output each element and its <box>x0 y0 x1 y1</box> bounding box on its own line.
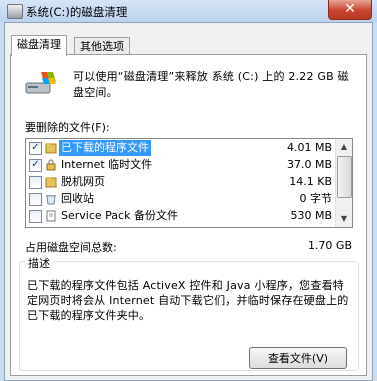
file-size: 0 字节 <box>299 192 333 205</box>
disk-cleanup-icon <box>7 4 23 19</box>
title-bar[interactable]: 系统(C:)的磁盘清理 ✕ <box>0 0 377 22</box>
file-size: 37.0 MB <box>286 158 332 171</box>
folder-icon <box>45 143 57 154</box>
files-to-delete-label: 要删除的文件(F): <box>25 121 110 134</box>
file-name: 已下载的程序文件 <box>59 140 151 156</box>
document-icon <box>46 210 56 222</box>
tab-disk-cleanup[interactable]: 磁盘清理 <box>11 35 67 56</box>
list-item[interactable]: ✓ Internet 临时文件 37.0 MB <box>26 157 336 174</box>
recycle-bin-icon <box>46 195 56 205</box>
lock-icon <box>46 159 56 171</box>
file-size: 14.1 KB <box>289 175 332 188</box>
close-button[interactable]: ✕ <box>328 0 372 20</box>
total-space-value: 1.70 GB <box>307 239 352 252</box>
scroll-down-icon[interactable]: ▼ <box>336 211 352 227</box>
list-item[interactable]: 脱机网页 14.1 KB <box>26 174 336 191</box>
scroll-up-icon[interactable]: ▲ <box>336 139 352 155</box>
file-size: 530 MB <box>290 209 332 222</box>
folder-icon <box>45 177 57 188</box>
tab-panel: 可以使用“磁盘清理”来释放 系统 (C:) 上的 2.22 GB 磁盘空间。 要… <box>10 54 367 376</box>
drive-icon <box>25 72 56 94</box>
description-text: 已下载的程序文件包括 ActiveX 控件和 Java 小程序，您查看特定网页时… <box>27 279 349 322</box>
file-name: 脱机网页 <box>61 175 105 188</box>
view-files-button[interactable]: 查看文件(V) <box>249 347 347 369</box>
dialog-body: 磁盘清理 其他选项 可以使用“磁盘清理”来释放 系统 (C:) 上的 2.22 … <box>4 22 373 381</box>
list-item[interactable]: Service Pack 备份文件 530 MB <box>26 208 336 225</box>
scroll-thumb[interactable] <box>337 156 352 198</box>
description-label: 描述 <box>25 255 53 271</box>
window-title: 系统(C:)的磁盘清理 <box>26 5 128 19</box>
file-name: 回收站 <box>61 192 94 205</box>
file-name: Internet 临时文件 <box>61 158 153 171</box>
checkbox[interactable]: ✓ <box>29 159 42 172</box>
checkbox[interactable] <box>29 193 42 206</box>
list-item[interactable]: 回收站 0 字节 <box>26 191 336 208</box>
checkbox[interactable]: ✓ <box>29 142 42 155</box>
checkbox[interactable] <box>29 176 42 189</box>
intro-text: 可以使用“磁盘清理”来释放 系统 (C:) 上的 2.22 GB 磁盘空间。 <box>73 70 349 99</box>
file-size: 4.01 MB <box>286 141 332 154</box>
checkbox[interactable] <box>29 210 42 223</box>
files-list[interactable]: ✓ 已下载的程序文件 4.01 MB ✓ Internet 临时文件 37.0 … <box>25 138 353 228</box>
total-space-label: 占用磁盘空间总数: <box>25 241 117 254</box>
vertical-scrollbar[interactable]: ▲ ▼ <box>335 139 352 227</box>
file-name: Service Pack 备份文件 <box>61 209 178 222</box>
list-item[interactable]: ✓ 已下载的程序文件 4.01 MB <box>26 140 336 157</box>
